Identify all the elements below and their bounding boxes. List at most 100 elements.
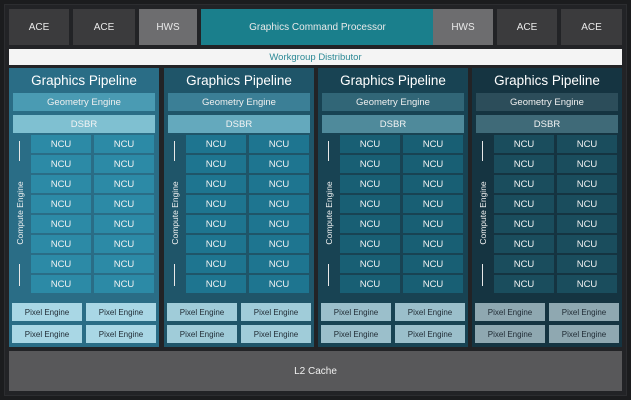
pipeline-title: Graphics Pipeline [340, 72, 446, 88]
ncu-block: NCU [94, 175, 154, 193]
graphics-pipeline-panel: Graphics Pipeline Geometry Engine DSBR Comp… [472, 68, 622, 347]
ncu-block: NCU [94, 195, 154, 213]
ncu-block: NCU [557, 215, 617, 233]
workgroup-distributor: Workgroup Distributor [9, 49, 622, 65]
ncu-block: NCU [94, 155, 154, 173]
ncu-block: NCU [249, 135, 309, 153]
compute-engine-bracket [328, 264, 329, 286]
ncu-block: NCU [340, 275, 400, 293]
ace-block: ACE [561, 9, 622, 45]
pixel-engine: Pixel Engine [321, 303, 391, 321]
ncu-block: NCU [94, 215, 154, 233]
dsbr-block: DSBR [322, 115, 464, 133]
ncu-block: NCU [557, 275, 617, 293]
pixel-engine: Pixel Engine [167, 325, 237, 343]
ncu-block: NCU [494, 215, 554, 233]
ncu-block: NCU [494, 195, 554, 213]
pixel-engine: Pixel Engine [12, 303, 82, 321]
ncu-block: NCU [403, 175, 463, 193]
ncu-block: NCU [249, 235, 309, 253]
pipeline-title: Graphics Pipeline [186, 72, 292, 88]
graphics-command-processor-block: Graphics Command Processor [201, 9, 434, 45]
pixel-engine: Pixel Engine [395, 325, 465, 343]
ncu-block: NCU [494, 175, 554, 193]
pixel-engine: Pixel Engine [12, 325, 82, 343]
hws-block: HWS [139, 9, 197, 45]
ncu-block: NCU [340, 135, 400, 153]
ncu-block: NCU [186, 155, 246, 173]
ncu-block: NCU [403, 155, 463, 173]
compute-engine-bracket [19, 264, 20, 286]
compute-engine-bracket [174, 141, 175, 161]
ncu-block: NCU [557, 195, 617, 213]
ncu-block: NCU [340, 195, 400, 213]
ncu-block: NCU [186, 135, 246, 153]
graphics-pipeline-panel: Graphics Pipeline Geometry Engine DSBR Comp… [164, 68, 314, 347]
pixel-engine: Pixel Engine [549, 325, 619, 343]
pipeline-title: Graphics Pipeline [494, 72, 600, 88]
ace-block: ACE [497, 9, 557, 45]
ncu-block: NCU [557, 175, 617, 193]
ncu-block: NCU [31, 175, 91, 193]
pixel-engine: Pixel Engine [86, 303, 156, 321]
ncu-block: NCU [31, 135, 91, 153]
ncu-block: NCU [557, 135, 617, 153]
pixel-engine: Pixel Engine [395, 303, 465, 321]
dsbr-block: DSBR [13, 115, 155, 133]
ncu-block: NCU [403, 215, 463, 233]
ncu-block: NCU [557, 155, 617, 173]
compute-engine-label: Compute Engine [324, 181, 334, 245]
ncu-block: NCU [340, 155, 400, 173]
compute-engine-bracket [19, 141, 20, 161]
ncu-block: NCU [31, 235, 91, 253]
l2-cache: L2 Cache [9, 351, 622, 391]
ncu-block: NCU [340, 175, 400, 193]
ncu-block: NCU [94, 135, 154, 153]
compute-engine-bracket [328, 141, 329, 161]
ncu-block: NCU [94, 235, 154, 253]
geometry-engine: Geometry Engine [13, 93, 155, 111]
ncu-block: NCU [31, 155, 91, 173]
ncu-block: NCU [186, 215, 246, 233]
ace-block: ACE [9, 9, 69, 45]
ncu-block: NCU [31, 255, 91, 273]
ncu-block: NCU [249, 275, 309, 293]
ncu-block: NCU [340, 235, 400, 253]
ncu-block: NCU [340, 255, 400, 273]
ncu-block: NCU [340, 215, 400, 233]
ncu-block: NCU [31, 195, 91, 213]
ncu-block: NCU [31, 215, 91, 233]
ncu-block: NCU [403, 235, 463, 253]
dsbr-block: DSBR [476, 115, 618, 133]
ncu-block: NCU [186, 195, 246, 213]
ncu-block: NCU [31, 275, 91, 293]
ncu-block: NCU [403, 195, 463, 213]
ncu-block: NCU [186, 255, 246, 273]
top-bar: ACE ACE HWS Graphics Command Processor H… [9, 9, 622, 45]
graphics-pipeline-panel: Graphics Pipeline Geometry Engine DSBR Comp… [318, 68, 468, 347]
ncu-block: NCU [557, 255, 617, 273]
ncu-block: NCU [494, 155, 554, 173]
ncu-block: NCU [186, 235, 246, 253]
pixel-engine: Pixel Engine [167, 303, 237, 321]
ncu-block: NCU [94, 255, 154, 273]
ncu-block: NCU [249, 255, 309, 273]
graphics-pipeline-panel: Graphics Pipeline Geometry Engine DSBR Comp… [9, 68, 159, 347]
compute-engine-bracket [482, 264, 483, 286]
pixel-engine: Pixel Engine [241, 303, 311, 321]
ncu-block: NCU [249, 215, 309, 233]
geometry-engine: Geometry Engine [322, 93, 464, 111]
pixel-engine: Pixel Engine [549, 303, 619, 321]
compute-engine-label: Compute Engine [15, 181, 25, 245]
geometry-engine: Geometry Engine [168, 93, 310, 111]
pixel-engine: Pixel Engine [86, 325, 156, 343]
compute-engine-bracket [174, 264, 175, 286]
ncu-block: NCU [494, 255, 554, 273]
pixel-engine: Pixel Engine [475, 325, 545, 343]
ncu-block: NCU [249, 195, 309, 213]
compute-engine-label: Compute Engine [478, 181, 488, 245]
hws-block: HWS [433, 9, 493, 45]
ncu-block: NCU [494, 235, 554, 253]
ace-block: ACE [73, 9, 135, 45]
pipeline-title: Graphics Pipeline [31, 72, 137, 88]
